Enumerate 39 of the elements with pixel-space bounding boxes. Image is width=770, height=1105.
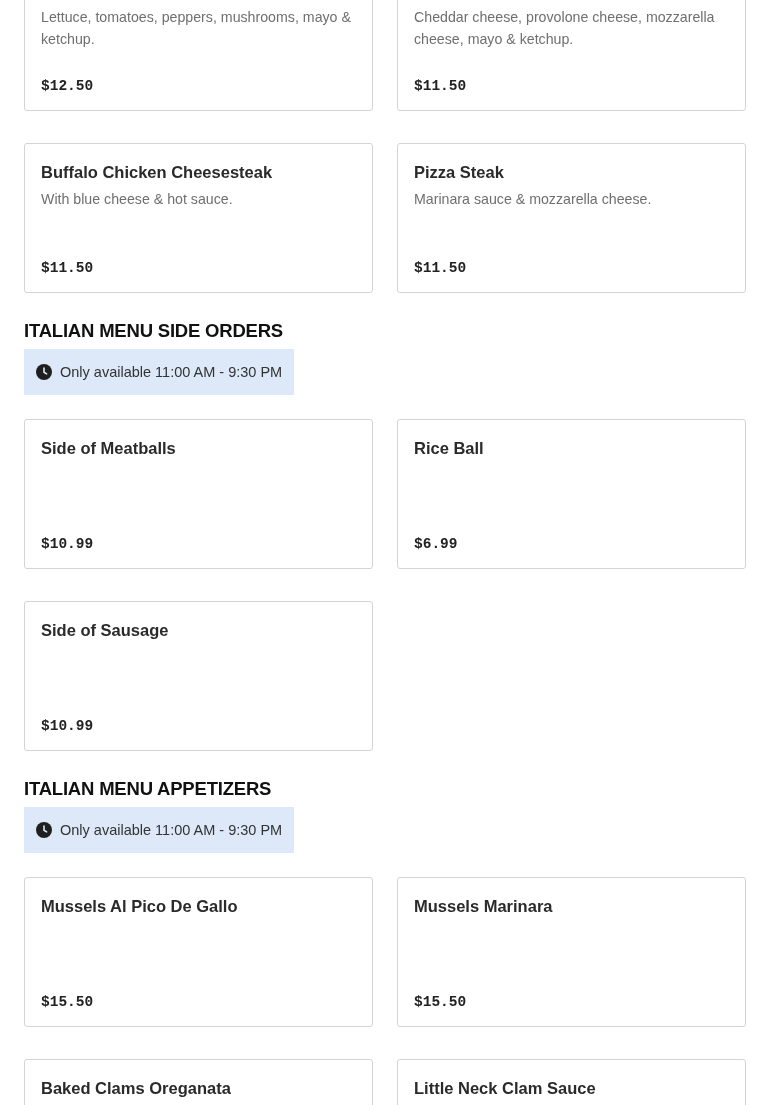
availability-text: Only available 11:00 AM - 9:30 PM	[60, 822, 283, 838]
item-price: $10.99	[41, 718, 95, 734]
item-name: Mussels Al Pico De Gallo	[41, 896, 239, 917]
item-description: Marinara sauce & mozzarella cheese.	[414, 190, 653, 209]
item-price: $11.50	[41, 260, 95, 276]
menu-item-card[interactable]: Mussels Marinara $15.50	[397, 877, 746, 1027]
item-name: Pizza Steak	[414, 162, 505, 183]
item-name: Rice Ball	[414, 438, 485, 459]
menu-item-card[interactable]: Mussels Al Pico De Gallo $15.50	[24, 877, 373, 1027]
item-name: Side of Sausage	[41, 620, 170, 641]
menu-item-card[interactable]: Cheddar cheese, provolone cheese, mozzarella cheese, mayo & ketchup. $11.50	[397, 0, 746, 111]
item-description: With blue cheese & hot sauce.	[41, 190, 234, 209]
item-price: $10.99	[41, 536, 95, 552]
item-price: $15.50	[414, 994, 468, 1010]
item-price: $11.50	[414, 260, 468, 276]
item-price: $15.50	[41, 994, 95, 1010]
menu-item-card[interactable]: Baked Clams Oreganata	[24, 1059, 373, 1105]
item-name: Baked Clams Oreganata	[41, 1078, 232, 1099]
item-description: Cheddar cheese, provolone cheese, mozzarella cheese, mayo & ketchup.	[414, 8, 716, 49]
menu-item-card[interactable]: Lettuce, tomatoes, peppers, mushrooms, mayo & ketchup. $12.50	[24, 0, 373, 111]
item-name: Side of Meatballs	[41, 438, 177, 459]
item-price: $12.50	[41, 78, 95, 94]
item-description: Lettuce, tomatoes, peppers, mushrooms, mayo & ketchup.	[41, 8, 352, 49]
section-heading: ITALIAN MENU APPETIZERS	[24, 777, 273, 801]
clock-icon	[36, 364, 52, 380]
item-name: Buffalo Chicken Cheesesteak	[41, 162, 274, 183]
menu-item-card[interactable]: Buffalo Chicken Cheesesteak With blue cheese & hot sauce. $11.50	[24, 143, 373, 293]
menu-item-card[interactable]: Rice Ball $6.99	[397, 419, 746, 569]
section-heading: ITALIAN MENU SIDE ORDERS	[24, 319, 284, 343]
menu-item-card[interactable]: Side of Meatballs $10.99	[24, 419, 373, 569]
menu-item-card[interactable]: Pizza Steak Marinara sauce & mozzarella cheese. $11.50	[397, 143, 746, 293]
item-name: Mussels Marinara	[414, 896, 554, 917]
item-price: $11.50	[414, 78, 468, 94]
availability-text: Only available 11:00 AM - 9:30 PM	[60, 364, 283, 380]
clock-icon	[36, 822, 52, 838]
item-name: Little Neck Clam Sauce	[414, 1078, 597, 1099]
item-price: $6.99	[414, 536, 459, 552]
menu-item-card[interactable]: Side of Sausage $10.99	[24, 601, 373, 751]
menu-item-card[interactable]: Little Neck Clam Sauce	[397, 1059, 746, 1105]
